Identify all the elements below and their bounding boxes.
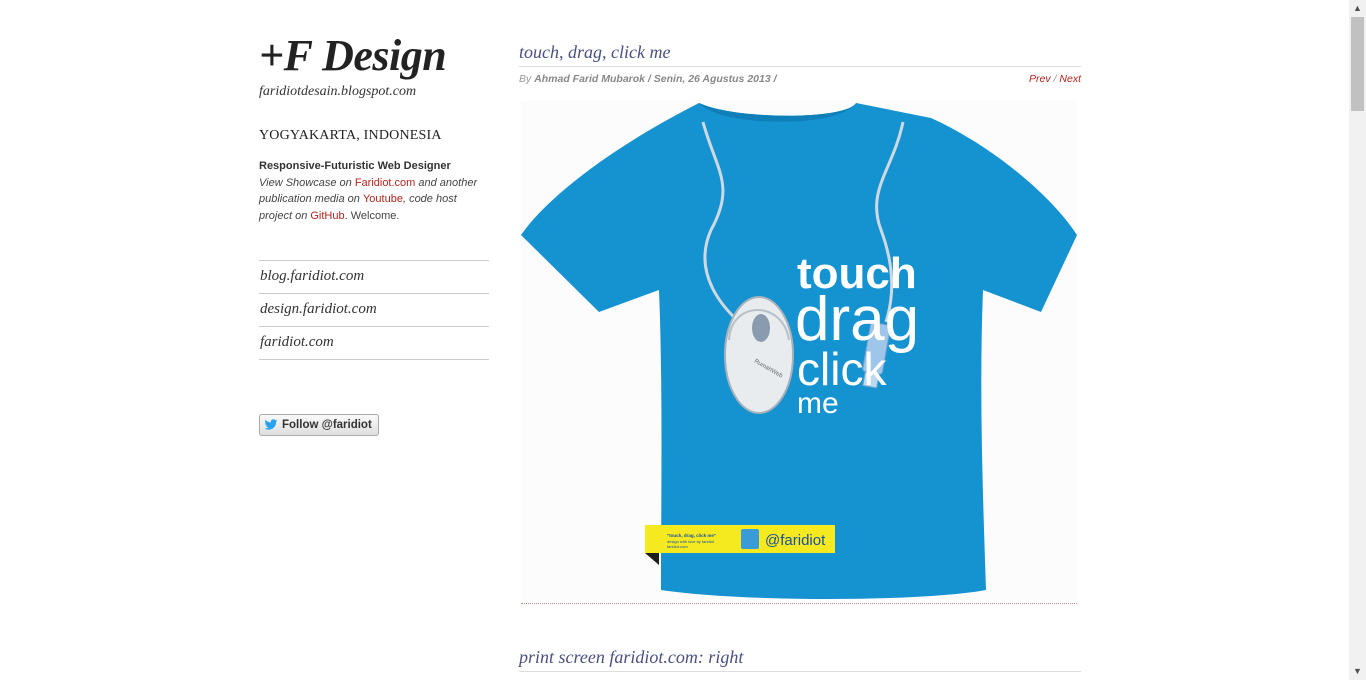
- meta-by: By: [519, 73, 535, 85]
- site-title[interactable]: +F Design: [259, 30, 491, 82]
- scroll-up-icon[interactable]: ▲: [1349, 0, 1366, 17]
- bio-role: Responsive-Futuristic Web Designer: [259, 160, 451, 172]
- tag-title: "touch, drag, click me": [667, 533, 716, 538]
- scroll-down-icon[interactable]: ▼: [1349, 663, 1366, 680]
- bio: Responsive-Futuristic Web Designer View …: [259, 158, 491, 224]
- location: YOGYAKARTA, INDONESIA: [259, 128, 442, 143]
- post-meta: By Ahmad Farid Mubarok / Senin, 26 Agust…: [519, 73, 1081, 85]
- link-faridiot[interactable]: Faridiot.com: [355, 177, 416, 189]
- scrollbar-thumb[interactable]: [1351, 17, 1364, 111]
- site-links: blog.faridiot.com design.faridiot.com fa…: [259, 260, 489, 360]
- sidebar: +F Design faridiotdesain.blogspot.com YO…: [259, 30, 491, 436]
- prev-link[interactable]: Prev: [1029, 73, 1051, 85]
- bio-text-1: View Showcase on: [259, 176, 355, 189]
- link-youtube[interactable]: Youtube: [363, 193, 403, 205]
- link-design[interactable]: design.faridiot.com: [259, 294, 489, 327]
- bio-text-4: . Welcome.: [344, 209, 400, 222]
- post-title[interactable]: touch, drag, click me: [519, 40, 1081, 67]
- vertical-scrollbar[interactable]: ▲ ▼: [1349, 0, 1366, 680]
- next-post-title[interactable]: print screen faridiot.com: right: [519, 645, 1081, 672]
- link-blog[interactable]: blog.faridiot.com: [259, 261, 489, 294]
- link-github[interactable]: GitHub: [310, 210, 344, 222]
- twitter-bird-icon: [264, 419, 278, 430]
- page: +F Design faridiotdesain.blogspot.com YO…: [0, 0, 1349, 680]
- mouse-icon: [724, 296, 794, 414]
- link-home[interactable]: faridiot.com: [259, 327, 489, 360]
- main-content: touch, drag, click me By Ahmad Farid Mub…: [519, 40, 1081, 672]
- tshirt-illustration: RumahWeb touch drag click me "touch, dra…: [521, 103, 1077, 599]
- site-subtitle: faridiotdesain.blogspot.com: [259, 84, 417, 99]
- image-divider: [521, 603, 1077, 604]
- twitter-follow-button[interactable]: Follow @faridiot: [259, 414, 379, 436]
- next-post: print screen faridiot.com: right: [519, 645, 1081, 672]
- tag-handle: @faridiot: [765, 532, 826, 549]
- post-image[interactable]: RumahWeb touch drag click me "touch, dra…: [521, 100, 1077, 600]
- next-link[interactable]: Next: [1059, 73, 1081, 85]
- shirt-text-me: me: [797, 387, 839, 420]
- post-author-date: Ahmad Farid Mubarok / Senin, 26 Agustus …: [534, 73, 777, 85]
- follow-label: Follow @faridiot: [282, 419, 372, 431]
- post-pagination: Prev / Next: [1029, 73, 1081, 85]
- tag-line-3: faridiot.com: [667, 544, 688, 549]
